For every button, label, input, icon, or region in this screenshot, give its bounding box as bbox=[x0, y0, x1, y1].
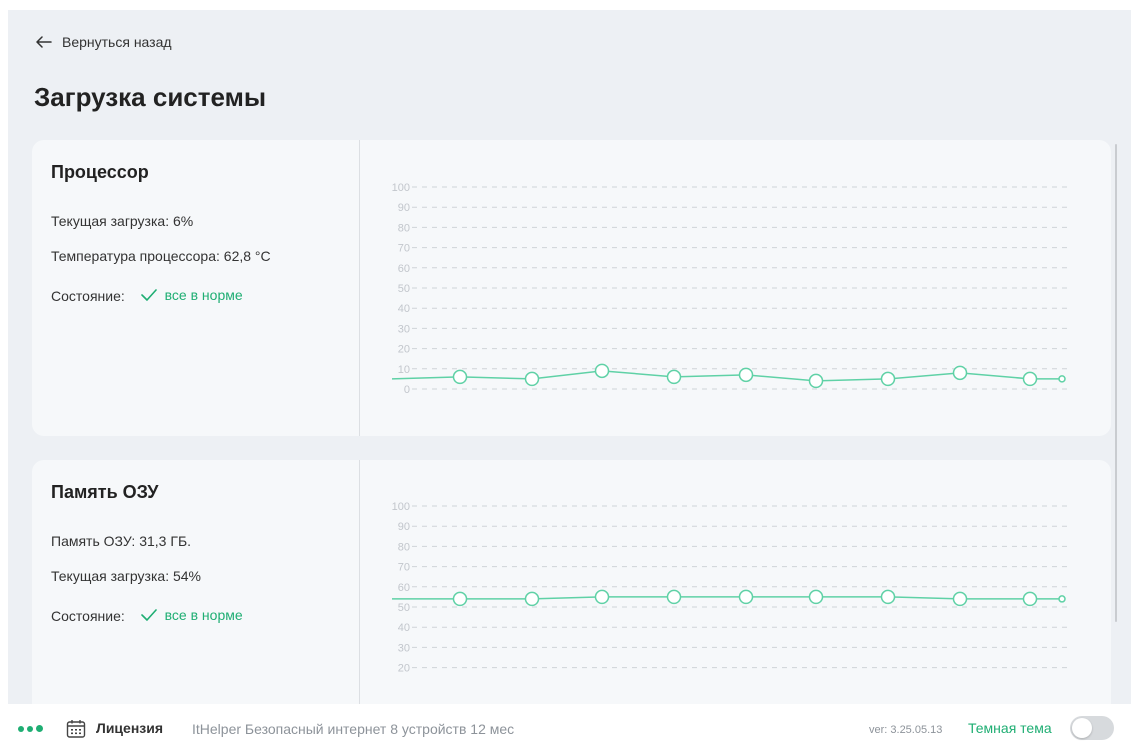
ram-status-value: все в норме bbox=[164, 607, 243, 623]
data-point bbox=[1022, 371, 1038, 387]
data-point bbox=[666, 369, 682, 385]
data-point bbox=[452, 591, 468, 607]
data-point bbox=[880, 371, 896, 387]
ram-status: все в норме bbox=[129, 607, 243, 623]
app-window: Вернуться назад Загрузка системы Процесс… bbox=[8, 10, 1131, 704]
scrollbar[interactable] bbox=[1115, 144, 1117, 622]
data-point bbox=[738, 589, 754, 605]
cpu-status-value: все в норме bbox=[164, 287, 243, 303]
data-point bbox=[1058, 375, 1066, 383]
check-icon bbox=[140, 609, 157, 621]
ram-mem-label: Память ОЗУ: bbox=[51, 533, 136, 549]
y-tick-label: 60 bbox=[398, 263, 410, 275]
y-tick-label: 50 bbox=[398, 602, 410, 614]
data-point bbox=[452, 369, 468, 385]
cpu-load-label: Текущая загрузка: bbox=[51, 213, 170, 229]
y-tick-label: 100 bbox=[392, 182, 410, 194]
toggle-knob bbox=[1072, 718, 1092, 738]
arrow-left-icon bbox=[36, 36, 52, 48]
data-point bbox=[594, 589, 610, 605]
y-tick-label: 30 bbox=[398, 323, 410, 335]
ram-load-value: 54% bbox=[172, 568, 201, 584]
data-point bbox=[666, 589, 682, 605]
y-tick-label: 70 bbox=[398, 562, 410, 574]
footer-bar: Лицензия ItHelper Безопасный интернет 8 … bbox=[0, 704, 1131, 754]
back-link[interactable]: Вернуться назад bbox=[36, 34, 172, 50]
y-tick-label: 60 bbox=[398, 582, 410, 594]
license-text: ItHelper Безопасный интернет 8 устройств… bbox=[192, 721, 515, 737]
y-tick-label: 40 bbox=[398, 622, 410, 634]
data-point bbox=[524, 591, 540, 607]
ram-info-panel: Память ОЗУ Память ОЗУ: 31,3 ГБ. Текущая … bbox=[32, 460, 360, 704]
cpu-status-label: Состояние: bbox=[51, 288, 125, 304]
data-point bbox=[808, 589, 824, 605]
ram-load-label: Текущая загрузка: bbox=[51, 568, 170, 584]
y-tick-label: 40 bbox=[398, 303, 410, 315]
ram-load-chart: 100 90 80 70 60 50 40 30 20 bbox=[392, 501, 1070, 675]
y-tick-label: 20 bbox=[398, 663, 410, 675]
cpu-load-chart: 1009080706050403020100 bbox=[392, 182, 1070, 396]
cpu-info-panel: Процессор Текущая загрузка: 6% Температу… bbox=[32, 140, 360, 436]
y-tick-label: 80 bbox=[398, 541, 410, 553]
license-label[interactable]: Лицензия bbox=[96, 720, 163, 736]
ram-mem-value: 31,3 ГБ. bbox=[139, 533, 192, 549]
cpu-chart: 100 90 80 70 60 50 40 30 20 10 0 bbox=[360, 140, 1111, 436]
y-tick-label: 90 bbox=[398, 202, 410, 214]
ram-mem-row: Память ОЗУ: 31,3 ГБ. bbox=[51, 533, 191, 549]
data-point bbox=[808, 373, 824, 389]
cpu-status-row: Состояние: все в норме bbox=[51, 287, 243, 304]
cpu-load-value: 6% bbox=[172, 213, 194, 229]
cpu-temp-row: Температура процессора: 62,8 °C bbox=[51, 248, 271, 264]
page-title: Загрузка системы bbox=[34, 82, 267, 112]
data-point bbox=[738, 367, 754, 383]
y-tick-label: 50 bbox=[398, 283, 410, 295]
y-tick-label: 100 bbox=[392, 501, 410, 513]
back-label: Вернуться назад bbox=[62, 34, 172, 50]
y-tick-label: 20 bbox=[398, 344, 410, 356]
ram-title: Память ОЗУ bbox=[51, 482, 159, 502]
data-point bbox=[880, 589, 896, 605]
ram-status-row: Состояние: все в норме bbox=[51, 607, 243, 624]
status-dots-icon bbox=[18, 725, 43, 732]
cpu-title: Процессор bbox=[51, 162, 149, 182]
data-point bbox=[524, 371, 540, 387]
ram-chart: 100 90 80 70 60 50 40 30 20 bbox=[360, 460, 1111, 704]
ram-load-row: Текущая загрузка: 54% bbox=[51, 568, 201, 584]
data-point bbox=[594, 363, 610, 379]
y-tick-label: 0 bbox=[404, 384, 410, 396]
version-label: ver: 3.25.05.13 bbox=[869, 724, 943, 736]
dark-theme-toggle[interactable] bbox=[1070, 716, 1114, 740]
cpu-load-row: Текущая загрузка: 6% bbox=[51, 213, 193, 229]
data-point bbox=[952, 365, 968, 381]
y-tick-label: 80 bbox=[398, 222, 410, 234]
cpu-temp-label: Температура процессора: bbox=[51, 248, 220, 264]
y-tick-label: 90 bbox=[398, 521, 410, 533]
check-icon bbox=[140, 289, 157, 301]
ram-card: Память ОЗУ Память ОЗУ: 31,3 ГБ. Текущая … bbox=[32, 460, 1111, 704]
cpu-status: все в норме bbox=[129, 287, 243, 303]
calendar-icon bbox=[66, 720, 86, 738]
data-point bbox=[952, 591, 968, 607]
y-tick-label: 30 bbox=[398, 642, 410, 654]
ram-status-label: Состояние: bbox=[51, 608, 125, 624]
dark-theme-label: Темная тема bbox=[968, 720, 1052, 736]
data-point bbox=[1022, 591, 1038, 607]
y-tick-label: 70 bbox=[398, 243, 410, 255]
cpu-temp-value: 62,8 °C bbox=[223, 248, 271, 264]
cpu-card: Процессор Текущая загрузка: 6% Температу… bbox=[32, 140, 1111, 436]
data-point bbox=[1058, 595, 1066, 603]
y-tick-label: 10 bbox=[398, 364, 410, 376]
